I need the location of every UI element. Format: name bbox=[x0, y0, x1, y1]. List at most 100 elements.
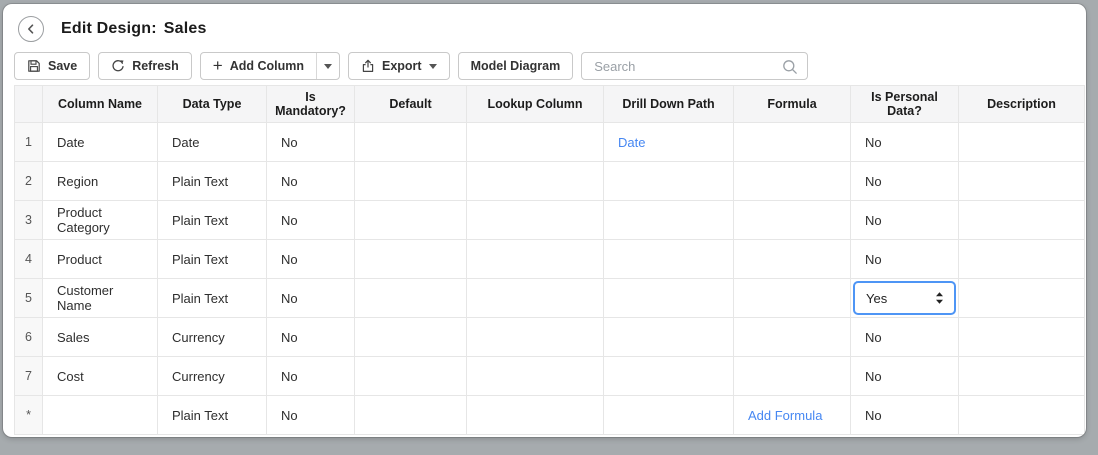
cell-column-name[interactable]: Customer Name bbox=[43, 279, 158, 318]
column-header: Description bbox=[959, 86, 1085, 123]
cell-is-mandatory[interactable]: No bbox=[267, 162, 355, 201]
cell-column-name[interactable]: Product bbox=[43, 240, 158, 279]
cell-default[interactable] bbox=[355, 357, 467, 396]
cell-lookup-column[interactable] bbox=[467, 123, 604, 162]
cell-is-mandatory[interactable]: No bbox=[267, 318, 355, 357]
cell-drill-down[interactable] bbox=[604, 162, 734, 201]
cell-is-mandatory[interactable]: No bbox=[267, 357, 355, 396]
cell-personal[interactable]: No bbox=[851, 318, 959, 357]
cell-column-name[interactable]: Cost bbox=[43, 357, 158, 396]
cell-is-personal-data: Yes bbox=[851, 279, 959, 318]
cell-description[interactable] bbox=[959, 279, 1085, 318]
cell-description[interactable] bbox=[959, 123, 1085, 162]
cell-personal[interactable]: No bbox=[851, 123, 959, 162]
cell-column-name[interactable]: Sales bbox=[43, 318, 158, 357]
cell-formula[interactable] bbox=[734, 318, 851, 357]
cell-default[interactable] bbox=[355, 240, 467, 279]
chevron-down-icon bbox=[429, 64, 437, 69]
page-title-prefix: Edit Design: bbox=[61, 20, 157, 37]
model-diagram-label: Model Diagram bbox=[471, 59, 561, 73]
cell-data-type[interactable]: Plain Text bbox=[158, 201, 267, 240]
column-header: Data Type bbox=[158, 86, 267, 123]
cell-drill-down[interactable] bbox=[604, 318, 734, 357]
cell-drill-down[interactable] bbox=[604, 201, 734, 240]
export-button[interactable]: Export bbox=[348, 52, 450, 80]
cell-data-type[interactable]: Currency bbox=[158, 357, 267, 396]
add-column-dropdown-button[interactable] bbox=[316, 53, 339, 79]
cell-lookup-column[interactable] bbox=[467, 318, 604, 357]
export-label: Export bbox=[382, 59, 422, 73]
cell-lookup-column[interactable] bbox=[467, 201, 604, 240]
cell-description[interactable] bbox=[959, 240, 1085, 279]
cell-is-mandatory[interactable]: No bbox=[267, 201, 355, 240]
model-diagram-button[interactable]: Model Diagram bbox=[458, 52, 574, 80]
cell-default[interactable] bbox=[355, 162, 467, 201]
cell-personal[interactable]: No bbox=[851, 240, 959, 279]
cell-lookup-column[interactable] bbox=[467, 279, 604, 318]
cell-data-type[interactable]: Plain Text bbox=[158, 162, 267, 201]
chevron-left-icon bbox=[25, 23, 37, 35]
drill-down-link[interactable]: Date bbox=[618, 135, 645, 150]
cell-data-type[interactable]: Plain Text bbox=[158, 279, 267, 318]
add-column-button[interactable]: + Add Column bbox=[201, 53, 316, 79]
is-personal-data-select[interactable]: Yes bbox=[853, 281, 956, 315]
cell-default[interactable] bbox=[355, 279, 467, 318]
cell-personal[interactable]: No bbox=[851, 357, 959, 396]
add-formula-link[interactable]: Add Formula bbox=[748, 408, 822, 423]
cell-lookup-column[interactable] bbox=[467, 240, 604, 279]
cell-drill-down[interactable] bbox=[604, 240, 734, 279]
cell-formula[interactable] bbox=[734, 279, 851, 318]
cell-formula[interactable] bbox=[734, 201, 851, 240]
cell-formula[interactable]: Add Formula bbox=[734, 396, 851, 435]
cell-description[interactable] bbox=[959, 396, 1085, 435]
cell-default[interactable] bbox=[355, 318, 467, 357]
cell-formula[interactable] bbox=[734, 123, 851, 162]
save-label: Save bbox=[48, 59, 77, 73]
cell-is-mandatory[interactable]: No bbox=[267, 279, 355, 318]
table-row: *Plain TextNoAdd FormulaNo bbox=[15, 396, 1085, 435]
cell-default[interactable] bbox=[355, 201, 467, 240]
table-row: 6SalesCurrencyNoNo bbox=[15, 318, 1085, 357]
cell-data-type[interactable]: Plain Text bbox=[158, 396, 267, 435]
cell-column-name[interactable] bbox=[43, 396, 158, 435]
cell-data-type[interactable]: Date bbox=[158, 123, 267, 162]
cell-description[interactable] bbox=[959, 318, 1085, 357]
cell-lookup-column[interactable] bbox=[467, 357, 604, 396]
cell-drill-down[interactable] bbox=[604, 279, 734, 318]
cell-personal[interactable]: No bbox=[851, 396, 959, 435]
save-icon bbox=[27, 59, 41, 73]
cell-data-type[interactable]: Plain Text bbox=[158, 240, 267, 279]
cell-description[interactable] bbox=[959, 357, 1085, 396]
search-input[interactable] bbox=[592, 53, 786, 79]
cell-default[interactable] bbox=[355, 123, 467, 162]
cell-lookup-column[interactable] bbox=[467, 162, 604, 201]
row-number: 2 bbox=[15, 162, 43, 201]
cell-is-mandatory[interactable]: No bbox=[267, 240, 355, 279]
cell-formula[interactable] bbox=[734, 357, 851, 396]
cell-column-name[interactable]: Date bbox=[43, 123, 158, 162]
cell-lookup-column[interactable] bbox=[467, 396, 604, 435]
cell-personal[interactable]: No bbox=[851, 162, 959, 201]
column-header: Formula bbox=[734, 86, 851, 123]
back-button[interactable] bbox=[18, 16, 44, 42]
cell-column-name[interactable]: Region bbox=[43, 162, 158, 201]
cell-formula[interactable] bbox=[734, 240, 851, 279]
refresh-button[interactable]: Refresh bbox=[98, 52, 192, 80]
row-number: * bbox=[15, 396, 43, 435]
table-row: 4ProductPlain TextNoNo bbox=[15, 240, 1085, 279]
cell-is-mandatory[interactable]: No bbox=[267, 396, 355, 435]
cell-drill-down[interactable] bbox=[604, 357, 734, 396]
cell-drill-down-path[interactable]: Date bbox=[604, 123, 734, 162]
cell-column-name[interactable]: Product Category bbox=[43, 201, 158, 240]
cell-drill-down[interactable] bbox=[604, 396, 734, 435]
cell-description[interactable] bbox=[959, 201, 1085, 240]
cell-is-mandatory[interactable]: No bbox=[267, 123, 355, 162]
cell-formula[interactable] bbox=[734, 162, 851, 201]
table-row: 5Customer NamePlain TextNoYes bbox=[15, 279, 1085, 318]
save-button[interactable]: Save bbox=[14, 52, 90, 80]
cell-description[interactable] bbox=[959, 162, 1085, 201]
cell-personal[interactable]: No bbox=[851, 201, 959, 240]
cell-default[interactable] bbox=[355, 396, 467, 435]
cell-data-type[interactable]: Currency bbox=[158, 318, 267, 357]
header-row: Column NameData TypeIs Mandatory?Default… bbox=[15, 86, 1085, 123]
